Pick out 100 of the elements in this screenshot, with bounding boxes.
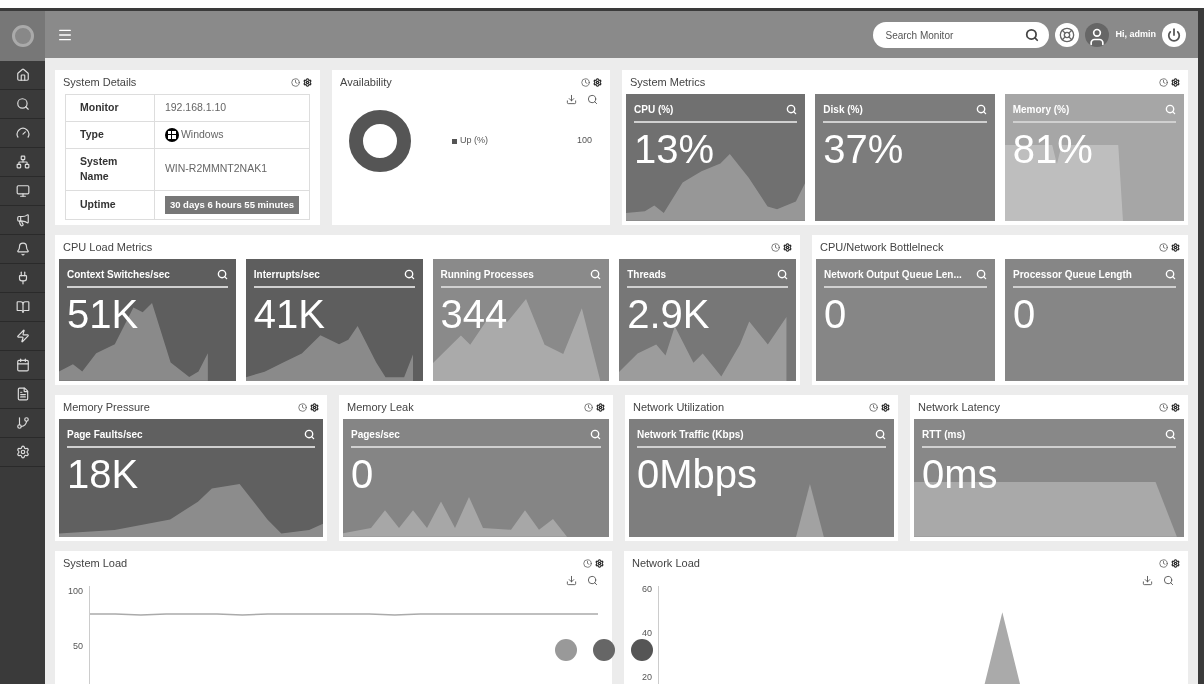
tile-label: Page Faults/sec (67, 428, 143, 442)
donut-drawing (348, 109, 412, 173)
monitor-icon[interactable] (15, 184, 30, 198)
tile-label: Processor Queue Length (1013, 268, 1132, 282)
lightning-icon[interactable] (15, 329, 30, 343)
windows-icon (164, 127, 179, 142)
tile-label: Running Processes (440, 268, 534, 282)
metric-value: 2.9K (627, 292, 710, 336)
panel-title: Memory Leak (347, 399, 414, 415)
panel-title: Memory Pressure (63, 399, 150, 415)
metric-value: 13% (634, 127, 715, 171)
panel-title: Network Load (632, 555, 700, 571)
field-label: Uptime (65, 190, 155, 220)
clock-icon[interactable] (1159, 77, 1168, 87)
panel-title: Availability (340, 74, 392, 90)
panel-title: System Details (63, 74, 137, 90)
search-field[interactable]: Search Monitor (873, 22, 1050, 48)
field-value: Windows (180, 126, 224, 142)
search-icon[interactable] (1025, 27, 1040, 42)
panel-title: System Load (63, 555, 128, 571)
settings-icon[interactable] (593, 77, 602, 87)
panel-title: Network Utilization (633, 399, 725, 415)
clock-icon[interactable] (771, 242, 780, 252)
branch-icon[interactable] (15, 416, 30, 430)
legend-swatch (452, 138, 457, 144)
search-icon[interactable] (1163, 575, 1174, 586)
home-icon[interactable] (15, 68, 30, 82)
metric-value: 41K (253, 292, 325, 336)
clock-icon[interactable] (1159, 242, 1168, 252)
metric-value: 0Mbps (637, 452, 758, 496)
axis-tick-label: 100 (67, 584, 83, 598)
metric-value: 18K (67, 452, 139, 496)
clock-icon[interactable] (1159, 402, 1168, 412)
axis-tick-label: 60 (642, 583, 652, 597)
metric-value: 344 (440, 292, 508, 336)
settings-icon[interactable] (1171, 77, 1180, 87)
tile-label: Threads (627, 268, 667, 282)
search-icon[interactable] (587, 575, 598, 586)
power-icon (1167, 27, 1181, 42)
tile-label: Interrupts/sec (253, 268, 320, 282)
settings-icon[interactable] (1171, 402, 1180, 412)
search-icon[interactable] (15, 97, 30, 111)
metric-value: 0 (351, 452, 374, 496)
axis-tick-label: 50 (73, 640, 83, 654)
lifebuoy-icon (1059, 26, 1076, 43)
book-icon[interactable] (15, 300, 30, 314)
calendar-icon[interactable] (15, 358, 30, 372)
metric-value: 0 (824, 292, 847, 336)
tile-label: Network Output Queue Len... (824, 268, 962, 282)
metric-value: 37% (823, 127, 904, 171)
metric-value: 0ms (922, 452, 998, 496)
metric-value: 0 (1013, 292, 1036, 336)
panel-title: CPU/Network Bottlelneck (820, 239, 944, 255)
clock-icon[interactable] (869, 402, 878, 412)
tile-label: Context Switches/sec (67, 268, 170, 282)
user-greeting[interactable]: Hi, admin (1115, 27, 1156, 42)
tile-label: Disk (%) (823, 103, 863, 117)
bell-icon[interactable] (15, 242, 30, 256)
download-icon[interactable] (566, 94, 577, 105)
settings-icon[interactable] (1171, 558, 1180, 568)
panel-title: CPU Load Metrics (63, 239, 153, 255)
field-value: WIN-R2MMNT2NAK1 (164, 162, 267, 175)
tile-label: Network Traffic (Kbps) (637, 428, 744, 442)
sparkline (796, 483, 825, 537)
clock-icon[interactable] (291, 77, 300, 87)
sitemap-icon[interactable] (15, 155, 30, 169)
clock-icon[interactable] (581, 77, 590, 87)
tile-label: RTT (ms) (922, 428, 966, 442)
avatar[interactable] (1085, 22, 1110, 47)
legend-label: Up (%) (460, 134, 488, 148)
field-label: System Name (65, 148, 155, 191)
settings-icon[interactable] (881, 402, 890, 412)
panel-title: Network Latency (918, 399, 1000, 415)
metric-value: 51K (67, 292, 139, 336)
legend-value: 100 (576, 134, 592, 148)
search-icon[interactable] (403, 269, 415, 280)
metric-value: 81% (1012, 127, 1093, 171)
settings-icon[interactable] (310, 402, 319, 412)
search-icon[interactable] (587, 94, 598, 105)
settings-icon[interactable] (303, 77, 312, 87)
settings-icon[interactable] (595, 558, 604, 568)
clock-icon[interactable] (298, 402, 307, 412)
axis-tick-label: 40 (642, 627, 652, 641)
clock-icon[interactable] (583, 558, 592, 568)
gauge-icon[interactable] (15, 126, 30, 140)
megaphone-icon[interactable] (15, 213, 30, 227)
clock-icon[interactable] (1159, 558, 1168, 568)
settings-icon[interactable] (596, 402, 605, 412)
field-value: 192.168.1.10 (164, 101, 227, 113)
clock-icon[interactable] (584, 402, 593, 412)
field-label: Monitor (65, 94, 155, 122)
search-icon[interactable] (786, 104, 798, 115)
document-icon[interactable] (15, 387, 30, 401)
field-label: Type (65, 121, 155, 148)
help-button[interactable] (1055, 22, 1080, 47)
settings-icon[interactable] (1171, 242, 1180, 252)
power-button[interactable] (1162, 22, 1186, 47)
download-icon[interactable] (566, 575, 577, 586)
download-icon[interactable] (1142, 575, 1153, 586)
settings-icon[interactable] (783, 242, 792, 252)
